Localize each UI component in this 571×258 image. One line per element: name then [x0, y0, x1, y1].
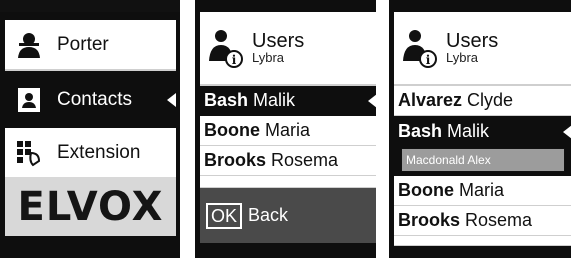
- contact-last-name: Alvarez: [398, 90, 463, 110]
- contact-first-name: Malik: [447, 121, 490, 141]
- top-bar: [0, 0, 180, 12]
- contact-first-name: Malik: [253, 90, 296, 110]
- softkey-bar: OK Back: [200, 188, 376, 243]
- menu-item-contacts[interactable]: Contacts: [5, 74, 176, 125]
- users-icon: i: [402, 27, 438, 69]
- users-header: i Users Lybra: [394, 12, 571, 86]
- menu-item-porter[interactable]: Porter: [5, 20, 176, 71]
- contact-first-name: Rosema: [465, 210, 533, 230]
- contact-last-name: Bash: [398, 121, 443, 141]
- contacts-icon: [15, 86, 43, 114]
- contact-last-name: Boone: [204, 120, 260, 140]
- contact-first-name: Rosema: [271, 150, 339, 170]
- back-button[interactable]: Back: [248, 205, 288, 226]
- header-subtitle: Lybra: [252, 50, 285, 65]
- porter-icon: [15, 31, 43, 59]
- menu-item-extension[interactable]: Extension: [5, 128, 176, 179]
- menu-screen: Porter Contacts Extension ELVOX: [0, 0, 180, 258]
- users-header: i Users Lybra: [200, 12, 376, 86]
- extension-icon: [15, 139, 43, 167]
- list-item[interactable]: Bash Malik: [394, 117, 571, 147]
- menu-item-label: Extension: [57, 141, 141, 163]
- users-screen: i Users Lybra Bash Malik Boone Maria Brook…: [195, 0, 376, 258]
- svg-text:i: i: [232, 53, 237, 67]
- users-icon: i: [208, 27, 244, 69]
- hint-text: Macdonald Alex: [406, 153, 491, 167]
- contact-last-name: Boone: [398, 180, 454, 200]
- list-item[interactable]: Brooks Rosema: [200, 146, 376, 176]
- list-item-partial: [200, 176, 376, 188]
- search-hint-tooltip: Macdonald Alex: [401, 148, 565, 172]
- contact-last-name: Brooks: [398, 210, 461, 230]
- contact-first-name: Maria: [459, 180, 505, 200]
- header-subtitle: Lybra: [446, 50, 479, 65]
- menu-item-label: Contacts: [57, 88, 132, 110]
- list-item[interactable]: Alvarez Clyde: [394, 86, 571, 116]
- list-item[interactable]: Brooks Rosema: [394, 206, 571, 236]
- header-title: Users: [252, 30, 305, 52]
- list-item-partial: [394, 236, 571, 246]
- contact-last-name: Bash: [204, 90, 249, 110]
- contact-last-name: Brooks: [204, 150, 267, 170]
- list-item[interactable]: Boone Maria: [394, 176, 571, 206]
- svg-text:i: i: [426, 53, 431, 67]
- list-item[interactable]: Boone Maria: [200, 116, 376, 146]
- selection-arrow-icon: [563, 124, 571, 139]
- users-search-screen: i Users Lybra Alvarez Clyde Bash Malik Mac…: [389, 0, 571, 258]
- menu-item-label: Porter: [57, 33, 109, 55]
- contact-first-name: Clyde: [467, 90, 514, 110]
- brand-logo: ELVOX: [17, 183, 164, 230]
- header-title: Users: [446, 30, 499, 52]
- ok-button[interactable]: OK: [206, 202, 243, 229]
- selection-arrow-icon: [167, 92, 176, 107]
- selection-arrow-icon: [368, 93, 376, 108]
- list-item[interactable]: Bash Malik: [200, 86, 376, 116]
- contact-first-name: Maria: [265, 120, 311, 140]
- brand-logo-band: ELVOX: [5, 177, 176, 236]
